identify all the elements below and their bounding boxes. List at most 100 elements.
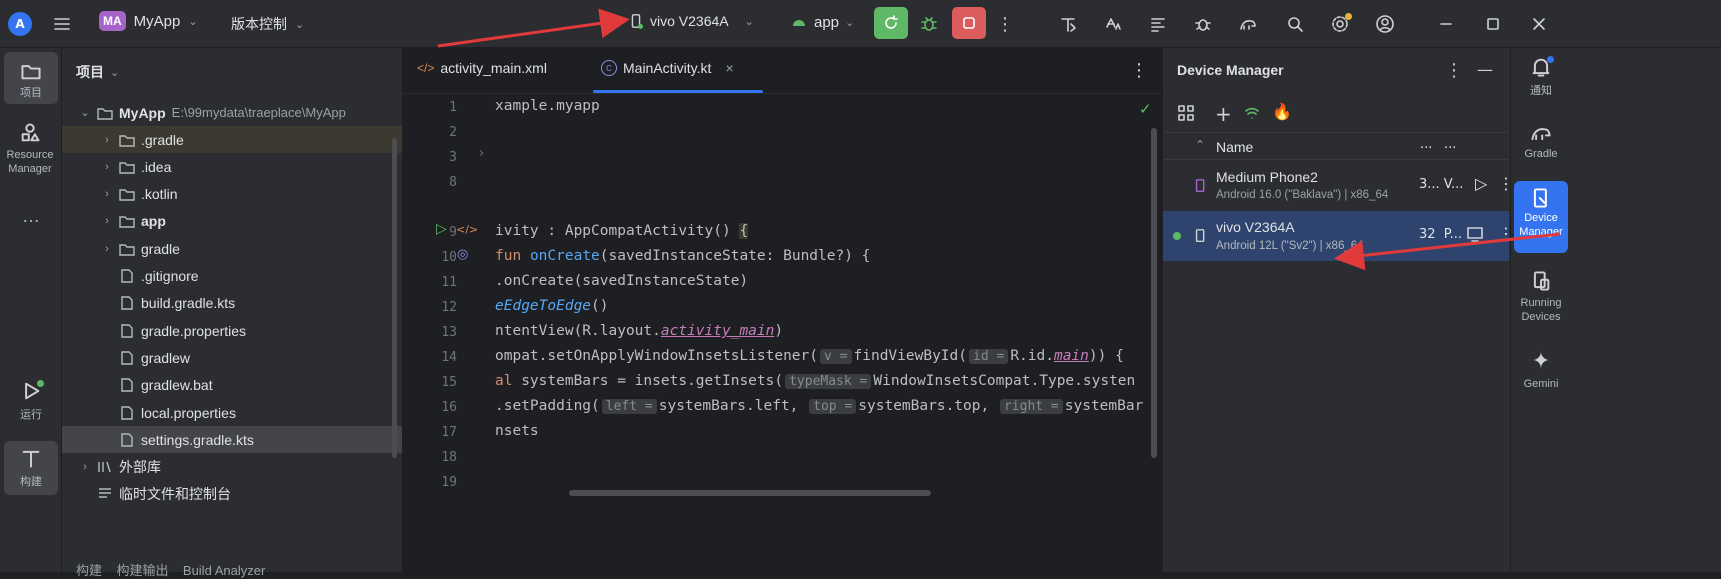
more-tools-button[interactable]: …	[4, 206, 58, 227]
settings-gear-icon[interactable]	[1327, 12, 1353, 36]
wifi-pair-icon[interactable]	[1243, 104, 1261, 122]
grid-view-icon[interactable]	[1177, 104, 1195, 122]
tab-activity-main-xml[interactable]: </> activity_main.xml	[417, 60, 547, 76]
gradle-button[interactable]: Gradle	[1514, 122, 1568, 160]
right-tool-strip: 通知 Gradle Device Manager Running Devices…	[1510, 48, 1721, 572]
tree-item[interactable]: › .idea	[62, 153, 402, 180]
line-number: 14	[441, 350, 457, 365]
code-editor[interactable]: </> activity_main.xml C MainActivity.kt …	[403, 48, 1161, 572]
column-more-2[interactable]: ...	[1444, 137, 1456, 152]
scratch-icon	[96, 485, 114, 503]
maximize-icon[interactable]	[1480, 12, 1506, 36]
run-tool-button[interactable]: 运行	[4, 380, 58, 422]
override-gutter-icon[interactable]: ◎	[457, 247, 468, 262]
tree-item[interactable]: .gitignore	[62, 263, 402, 290]
device-name: Medium Phone2	[1216, 169, 1318, 185]
code-line-1: xample.myapp	[495, 98, 600, 114]
device-sub: Android 16.0 ("Baklava") | x86_64	[1216, 189, 1389, 201]
running-devices-button[interactable]: Running Devices	[1514, 270, 1568, 324]
folder-icon	[118, 240, 136, 258]
more-vertical-icon[interactable]: ⋮	[1445, 60, 1463, 81]
project-scrollbar[interactable]	[392, 138, 397, 458]
debug-bug-icon[interactable]	[916, 12, 942, 36]
tree-item[interactable]: build.gradle.kts	[62, 290, 402, 317]
project-tool-button[interactable]: 项目	[4, 52, 58, 104]
logcat-icon[interactable]	[1145, 12, 1171, 36]
external-libraries[interactable]: › 外部库	[62, 453, 402, 480]
close-icon[interactable]	[1526, 12, 1552, 36]
tree-item[interactable]: › .kotlin	[62, 181, 402, 208]
scratches[interactable]: 临时文件和控制台	[62, 480, 402, 507]
add-device-icon[interactable]: +	[1215, 102, 1232, 126]
account-avatar-icon[interactable]	[1372, 11, 1398, 37]
device-row[interactable]: Medium Phone2 Android 16.0 ("Baklava") |…	[1163, 162, 1514, 210]
gradle-elephant-icon[interactable]	[1235, 12, 1261, 36]
tree-item-label: settings.gradle.kts	[141, 431, 254, 448]
online-status-dot	[1173, 232, 1181, 240]
tree-item[interactable]: › .gradle	[62, 126, 402, 153]
tree-root[interactable]: ⌄ MyApp E:\99mydata\traeplace\MyApp	[62, 99, 402, 126]
tree-item[interactable]: › app	[62, 208, 402, 235]
library-icon	[96, 458, 114, 476]
tab-label: MainActivity.kt	[623, 60, 712, 76]
build-tool-button[interactable]: 构建	[4, 441, 58, 495]
tree-item[interactable]: local.properties	[62, 399, 402, 426]
tree-item[interactable]: settings.gradle.kts	[62, 426, 402, 454]
column-more-1[interactable]: ...	[1420, 137, 1432, 152]
code-line-14: ompat.setOnApplyWindowInsetsListener(v =…	[495, 348, 1124, 364]
device-manager-label: Device Manager	[1519, 212, 1563, 238]
chevron-down-icon: ⌄	[845, 16, 855, 29]
search-icon[interactable]	[1282, 12, 1308, 36]
project-view-selector[interactable]: 项目 ⌄	[76, 62, 119, 82]
run-gutter-icon[interactable]: ▷	[436, 221, 447, 237]
device-manager-icon	[1530, 187, 1552, 209]
tree-item[interactable]: gradle.properties	[62, 317, 402, 344]
notifications-button[interactable]: 通知	[1514, 56, 1568, 98]
fold-arrow-icon[interactable]: ›	[479, 146, 484, 161]
name-column-header[interactable]: Name	[1216, 139, 1253, 155]
vcs-selector[interactable]: 版本控制 ⌄	[231, 14, 304, 34]
resource-manager-button[interactable]: Resource Manager	[1, 122, 59, 176]
device-selector[interactable]: vivo V2364A ⌄	[628, 13, 754, 29]
main-menu-icon[interactable]	[50, 13, 74, 35]
run-device-icon[interactable]: ▷	[1475, 174, 1487, 193]
folder-icon	[118, 212, 136, 230]
more-vertical-icon[interactable]: ⋮	[1130, 60, 1148, 81]
minimize-icon[interactable]	[1433, 12, 1459, 36]
close-icon[interactable]: ×	[725, 60, 733, 76]
tree-item[interactable]: › gradle	[62, 235, 402, 262]
tree-item[interactable]: gradlew	[62, 344, 402, 371]
more-vertical-icon[interactable]: ⋮	[995, 12, 1015, 36]
device-col: 32 P...	[1419, 227, 1463, 242]
minimize-panel-icon[interactable]: —	[1477, 60, 1493, 79]
file-icon	[118, 349, 136, 367]
file-icon	[118, 322, 136, 340]
android-icon	[790, 13, 808, 31]
firebase-icon[interactable]: 🔥	[1272, 102, 1292, 121]
chevron-down-icon: ⌄	[744, 15, 754, 28]
editor-vertical-scrollbar[interactable]	[1151, 128, 1157, 458]
editor-horizontal-scrollbar[interactable]	[569, 490, 931, 496]
sync-gradle-icon[interactable]	[1055, 12, 1081, 36]
active-tab-underline	[593, 90, 763, 93]
code-line-13: ntentView(R.layout.activity_main)	[495, 323, 784, 339]
line-number: 18	[441, 450, 457, 465]
app-inspection-icon[interactable]	[1190, 12, 1216, 36]
run-config-selector[interactable]: app ⌄	[790, 13, 854, 31]
translate-icon[interactable]	[1100, 12, 1126, 36]
project-selector[interactable]: MA MyApp ⌄	[99, 11, 198, 31]
chevron-up-icon[interactable]: ⌃	[1195, 138, 1205, 152]
file-icon	[118, 404, 136, 422]
mirror-screen-icon[interactable]	[1466, 225, 1484, 243]
stop-button[interactable]	[952, 7, 986, 39]
tree-item[interactable]: gradlew.bat	[62, 372, 402, 399]
code-line-16: .setPadding(left = systemBars.left, top =…	[495, 398, 1144, 414]
tab-mainactivity-kt[interactable]: C MainActivity.kt ×	[601, 60, 734, 76]
xml-gutter-icon[interactable]: </>	[456, 223, 478, 236]
gemini-button[interactable]: ✦ Gemini	[1514, 348, 1568, 390]
run-config-name: app	[814, 13, 840, 31]
app-logo-icon: A	[8, 12, 32, 36]
device-row-selected[interactable]: vivo V2364A Android 12L ("Sv2") | x86_64…	[1163, 211, 1514, 261]
apply-changes-button[interactable]	[874, 7, 908, 39]
device-manager-button[interactable]: Device Manager	[1514, 181, 1568, 253]
